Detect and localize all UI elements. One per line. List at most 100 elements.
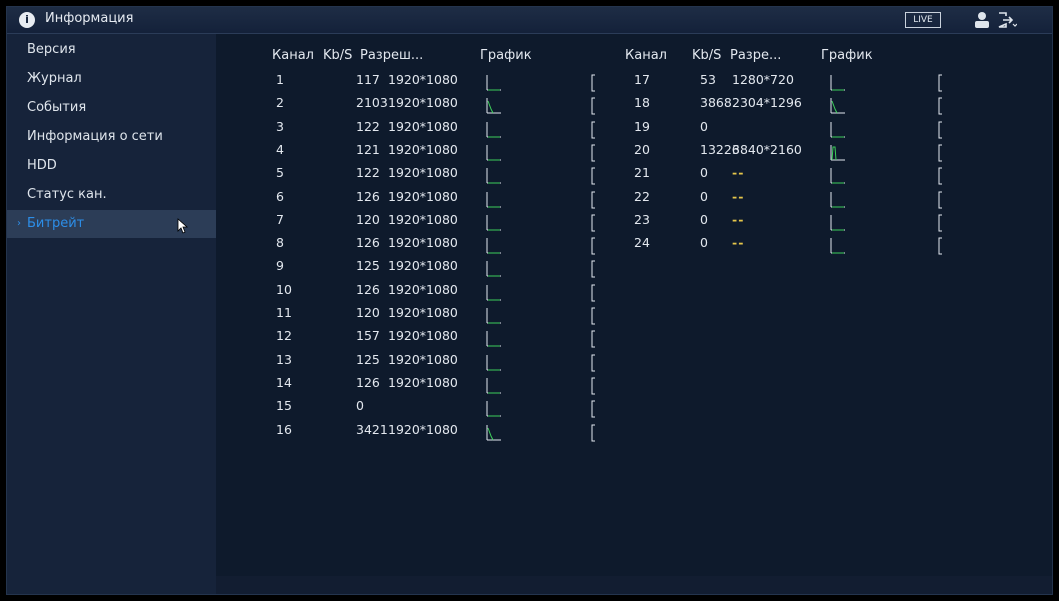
bitrate-cell: 120 bbox=[356, 305, 380, 320]
table-row: 4 121 1920*1080 bbox=[276, 142, 606, 165]
table-row: 22 0 -- bbox=[634, 189, 944, 212]
bitrate-cell: 53 bbox=[700, 72, 716, 87]
user-icon[interactable] bbox=[973, 11, 991, 29]
channel-cell: 19 bbox=[634, 118, 650, 134]
header-graph-left: График bbox=[480, 48, 532, 63]
graph-scale-marker bbox=[591, 284, 595, 302]
resolution-cell: 1920*1080 bbox=[388, 374, 458, 390]
channel-cell: 21 bbox=[634, 165, 650, 181]
channel-cell: 12 bbox=[276, 328, 292, 344]
table-row: 12 157 1920*1080 bbox=[276, 328, 606, 351]
channel-cell: 7 bbox=[276, 211, 284, 227]
resolution-cell: 1920*1080 bbox=[388, 328, 458, 344]
table-row: 5 122 1920*1080 bbox=[276, 165, 606, 188]
bitrate-cell: 3421 bbox=[356, 421, 388, 437]
graph-scale-marker bbox=[938, 74, 942, 92]
table-row: 1 117 1920*1080 bbox=[276, 72, 606, 95]
graph-scale-marker bbox=[591, 424, 595, 441]
bitrate-cell: 126 bbox=[356, 281, 380, 297]
table-row: 2 2103 1920*1080 bbox=[276, 95, 606, 118]
bitrate-cell: 0 bbox=[700, 235, 708, 251]
channel-cell: 14 bbox=[276, 374, 292, 390]
graph-axis bbox=[486, 424, 501, 440]
sidebar-item-events[interactable]: События bbox=[7, 94, 216, 122]
bitrate-cell: 0 bbox=[700, 211, 708, 227]
sidebar-item-bitrate[interactable]: › Битрейт bbox=[7, 210, 216, 238]
graph-scale-marker bbox=[938, 237, 942, 255]
table-row: 10 126 1920*1080 bbox=[276, 282, 606, 305]
live-button[interactable]: LIVE bbox=[905, 12, 941, 28]
bitrate-graph bbox=[830, 144, 845, 161]
sidebar-item-log[interactable]: Журнал bbox=[7, 65, 216, 93]
graph-axis bbox=[486, 401, 501, 417]
table-row: 16 3421 1920*1080 bbox=[276, 422, 606, 445]
graph-scale-marker bbox=[591, 377, 595, 395]
table-row: 8 126 1920*1080 bbox=[276, 235, 606, 258]
bitrate-graph bbox=[830, 75, 845, 91]
graph-scale-marker bbox=[938, 97, 942, 115]
graph-line bbox=[487, 101, 494, 114]
graph-scale-marker bbox=[938, 121, 942, 139]
sidebar: Версия Журнал События Информация о сети … bbox=[7, 34, 216, 594]
mouse-cursor-icon bbox=[177, 218, 189, 234]
resolution-cell: 1920*1080 bbox=[388, 141, 458, 157]
bitrate-cell: 0 bbox=[700, 118, 708, 134]
bitrate-cell: 0 bbox=[700, 188, 708, 204]
resolution-cell: -- bbox=[732, 235, 745, 251]
sidebar-item-network-info[interactable]: Информация о сети bbox=[7, 123, 216, 151]
bitrate-graph bbox=[486, 284, 501, 301]
bitrate-graph bbox=[486, 354, 501, 371]
sidebar-item-hdd[interactable]: HDD bbox=[7, 152, 216, 180]
table-row: 21 0 -- bbox=[634, 165, 944, 188]
resolution-cell: -- bbox=[732, 211, 745, 227]
graph-axis bbox=[486, 354, 501, 371]
graph-scale-marker bbox=[938, 144, 942, 162]
graph-scale-marker bbox=[938, 214, 942, 232]
channel-cell: 1 bbox=[276, 72, 284, 87]
table-row: 7 120 1920*1080 bbox=[276, 212, 606, 235]
resolution-cell: 1920*1080 bbox=[388, 211, 458, 227]
header-resolution-left: Разреш... bbox=[360, 48, 424, 63]
graph-axis bbox=[830, 121, 845, 138]
footer-bar bbox=[216, 576, 1052, 594]
resolution-cell: 1920*1080 bbox=[388, 305, 458, 320]
graph-axis bbox=[486, 261, 501, 277]
channel-cell: 17 bbox=[634, 72, 650, 87]
graph-axis bbox=[830, 238, 845, 254]
sidebar-item-channel-status[interactable]: Статус кан. bbox=[7, 181, 216, 209]
bitrate-cell: 120 bbox=[356, 211, 380, 227]
channel-cell: 23 bbox=[634, 211, 650, 227]
channel-cell: 16 bbox=[276, 421, 292, 437]
graph-scale-marker bbox=[591, 237, 595, 255]
chevron-right-icon: › bbox=[17, 218, 21, 229]
graph-axis bbox=[486, 168, 501, 184]
table-row: 9 125 1920*1080 bbox=[276, 258, 606, 281]
bitrate-cell: 117 bbox=[356, 72, 380, 87]
resolution-cell: 1920*1080 bbox=[388, 351, 458, 367]
bitrate-graph bbox=[830, 168, 845, 184]
resolution-cell: 3840*2160 bbox=[732, 141, 802, 157]
bitrate-graph bbox=[830, 191, 845, 207]
table-row: 19 0 bbox=[634, 119, 944, 142]
table-row: 18 3868 2304*1296 bbox=[634, 95, 944, 118]
resolution-cell: 1920*1080 bbox=[388, 235, 458, 251]
graph-scale-marker bbox=[591, 214, 595, 232]
bitrate-graph bbox=[486, 424, 501, 440]
graph-scale-marker bbox=[591, 354, 595, 372]
graph-scale-marker bbox=[938, 167, 942, 185]
logout-icon[interactable] bbox=[997, 11, 1017, 29]
graph-scale-marker bbox=[591, 167, 595, 185]
graph-axis bbox=[486, 144, 501, 161]
sidebar-item-version[interactable]: Версия bbox=[7, 36, 216, 64]
channel-cell: 8 bbox=[276, 235, 284, 251]
graph-axis bbox=[830, 191, 845, 207]
channel-cell: 9 bbox=[276, 258, 284, 274]
bitrate-cell: 122 bbox=[356, 118, 380, 134]
resolution-cell: -- bbox=[732, 165, 745, 181]
table-row: 14 126 1920*1080 bbox=[276, 375, 606, 398]
graph-line bbox=[831, 101, 838, 114]
title-bar: i Информация LIVE bbox=[7, 7, 1052, 34]
table-row: 13 125 1920*1080 bbox=[276, 352, 606, 375]
table-row: 20 13226 3840*2160 bbox=[634, 142, 944, 165]
resolution-cell: 1280*720 bbox=[732, 72, 794, 87]
